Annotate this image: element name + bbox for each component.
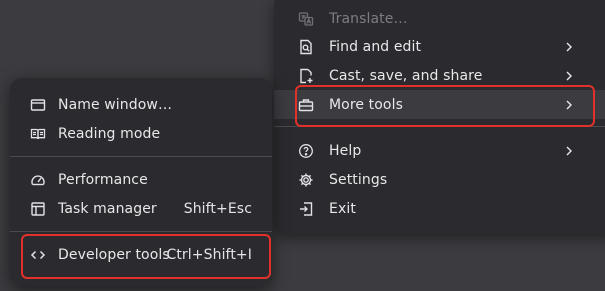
chevron-right-icon (564, 42, 574, 52)
menu-item-label: Exit (329, 200, 356, 217)
menu-item-cast-save-share[interactable]: Cast, save, and share (274, 61, 605, 90)
keyboard-shortcut: Ctrl+Shift+I (166, 246, 252, 263)
submenu-item-reading-mode[interactable]: Reading mode (10, 119, 272, 148)
submenu-divider (10, 156, 272, 157)
menu-item-label: Help (329, 142, 362, 159)
menu-item-find-and-edit[interactable]: Find and edit (274, 32, 605, 61)
submenu-item-label: Developer tools (58, 246, 170, 263)
chevron-right-icon (564, 71, 574, 81)
submenu-item-label: Name window… (58, 96, 173, 113)
gear-icon (298, 172, 314, 188)
menu-item-label: Find and edit (329, 38, 422, 55)
exit-icon (298, 201, 314, 217)
menu-item-settings[interactable]: Settings (274, 165, 605, 194)
submenu-item-performance[interactable]: Performance (10, 165, 272, 194)
menu-item-label: More tools (329, 96, 403, 113)
more-tools-submenu: Name window… Reading mode Performance Ta… (10, 78, 272, 286)
menu-item-label: Settings (329, 171, 388, 188)
menu-item-exit[interactable]: Exit (274, 194, 605, 223)
submenu-item-label: Performance (58, 171, 148, 188)
menu-item-label: Cast, save, and share (329, 67, 483, 84)
menu-item-more-tools[interactable]: More tools (274, 90, 605, 119)
window-icon (30, 97, 46, 113)
code-icon (30, 247, 46, 263)
keyboard-shortcut: Shift+Esc (183, 200, 252, 217)
book-icon (30, 126, 46, 142)
speedometer-icon (30, 172, 46, 188)
submenu-item-name-window[interactable]: Name window… (10, 90, 272, 119)
submenu-item-task-manager[interactable]: Task manager Shift+Esc (10, 194, 272, 223)
chevron-right-icon (564, 146, 574, 156)
menu-divider (274, 126, 605, 127)
cast-save-share-icon (298, 68, 314, 84)
submenu-item-label: Reading mode (58, 125, 161, 142)
translate-icon (298, 11, 314, 27)
toolbox-icon (298, 97, 314, 113)
menu-item-help[interactable]: Help (274, 136, 605, 165)
menu-item-label: Translate… (329, 10, 408, 27)
find-edit-icon (298, 39, 314, 55)
main-menu: Translate… Find and edit Cast, save, and… (274, 0, 605, 234)
help-icon (298, 143, 314, 159)
menu-item-translate: Translate… (274, 4, 605, 33)
submenu-divider (10, 231, 272, 232)
task-manager-icon (30, 201, 46, 217)
chevron-right-icon (564, 100, 574, 110)
submenu-item-label: Task manager (58, 200, 157, 217)
submenu-item-developer-tools[interactable]: Developer tools Ctrl+Shift+I (10, 240, 272, 269)
